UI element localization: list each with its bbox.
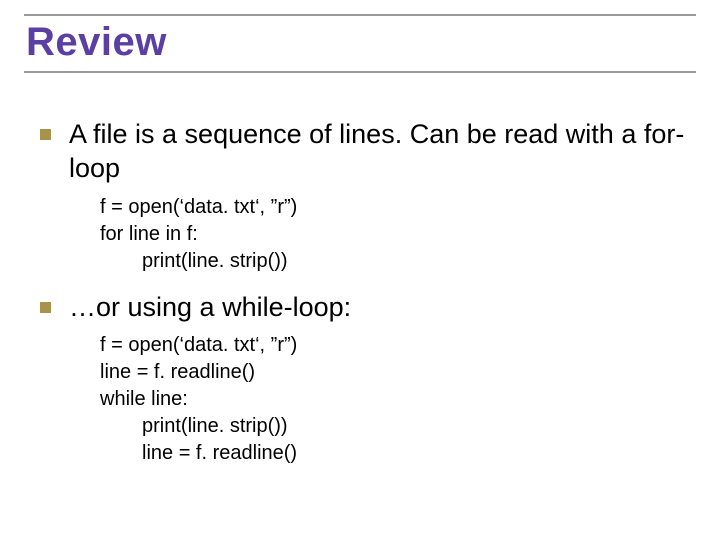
title-rule-top: [24, 14, 696, 16]
square-bullet-icon: [40, 129, 51, 140]
code-line: line = f. readline(): [142, 440, 690, 467]
slide-title-block: Review: [24, 14, 696, 73]
bullet-item: …or using a while-loop:: [40, 291, 690, 325]
code-block: f = open(‘data. txt‘, ”r”) for line in f…: [100, 194, 690, 275]
slide-body: A file is a sequence of lines. Can be re…: [40, 118, 690, 483]
bullet-text: …or using a while-loop:: [69, 291, 351, 325]
code-line: print(line. strip()): [142, 248, 690, 275]
bullet-text: A file is a sequence of lines. Can be re…: [69, 118, 690, 186]
code-line: line = f. readline(): [100, 359, 690, 386]
slide: Review A file is a sequence of lines. Ca…: [0, 0, 720, 540]
bullet-item: A file is a sequence of lines. Can be re…: [40, 118, 690, 186]
code-block: f = open(‘data. txt‘, ”r”) line = f. rea…: [100, 332, 690, 467]
code-line: print(line. strip()): [142, 413, 690, 440]
title-rule-bottom: [24, 71, 696, 73]
code-line: f = open(‘data. txt‘, ”r”): [100, 194, 690, 221]
code-line: for line in f:: [100, 221, 690, 248]
code-line: f = open(‘data. txt‘, ”r”): [100, 332, 690, 359]
code-line: while line:: [100, 386, 690, 413]
slide-title: Review: [24, 20, 696, 65]
square-bullet-icon: [40, 302, 51, 313]
